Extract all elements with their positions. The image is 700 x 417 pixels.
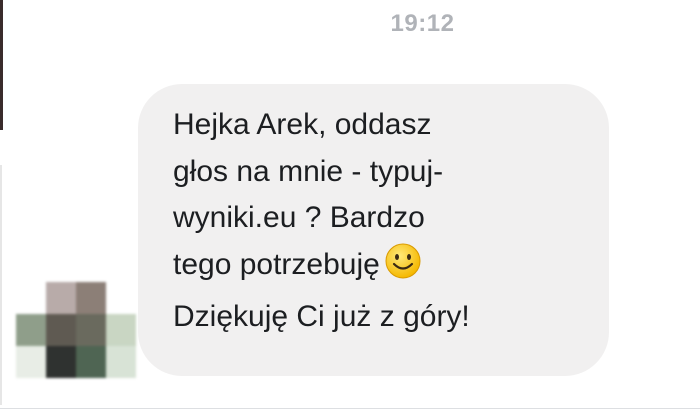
composer-divider (0, 408, 700, 409)
message-line-4-wrapper: tego potrzebuję (173, 242, 573, 295)
avatar-pixel (46, 314, 76, 346)
message-line-1: Hejka Arek, oddasz (173, 108, 432, 141)
sidebar-divider (0, 165, 2, 405)
avatar-pixel (106, 282, 136, 314)
message-line-3: wyniki.eu ? Bardzo (173, 201, 425, 234)
message-line-4: tego potrzebuję (173, 247, 380, 281)
smiling-face-emoji-icon (384, 242, 422, 295)
sender-avatar[interactable] (16, 282, 136, 378)
avatar-pixel (106, 314, 136, 346)
avatar-pixel (16, 346, 46, 378)
avatar-pixel (46, 346, 76, 378)
avatar-pixel (16, 282, 46, 314)
avatar-pixel (76, 282, 106, 314)
avatar-pixel (76, 314, 106, 346)
avatar-pixel (76, 346, 106, 378)
message-line-2: głos na mnie - typuj- (173, 154, 444, 188)
avatar-pixel (16, 314, 46, 346)
chat-conversation: 19:12 Hejka Arek, oddasz głos na mnie - … (0, 0, 700, 417)
avatar-pixel (46, 282, 76, 314)
message-line-5: Dziękuję Ci już z góry! (173, 300, 470, 333)
avatar-pixel (106, 346, 136, 378)
message-timestamp: 19:12 (390, 10, 455, 37)
message-bubble[interactable]: Hejka Arek, oddasz głos na mnie - typuj-… (138, 84, 609, 376)
